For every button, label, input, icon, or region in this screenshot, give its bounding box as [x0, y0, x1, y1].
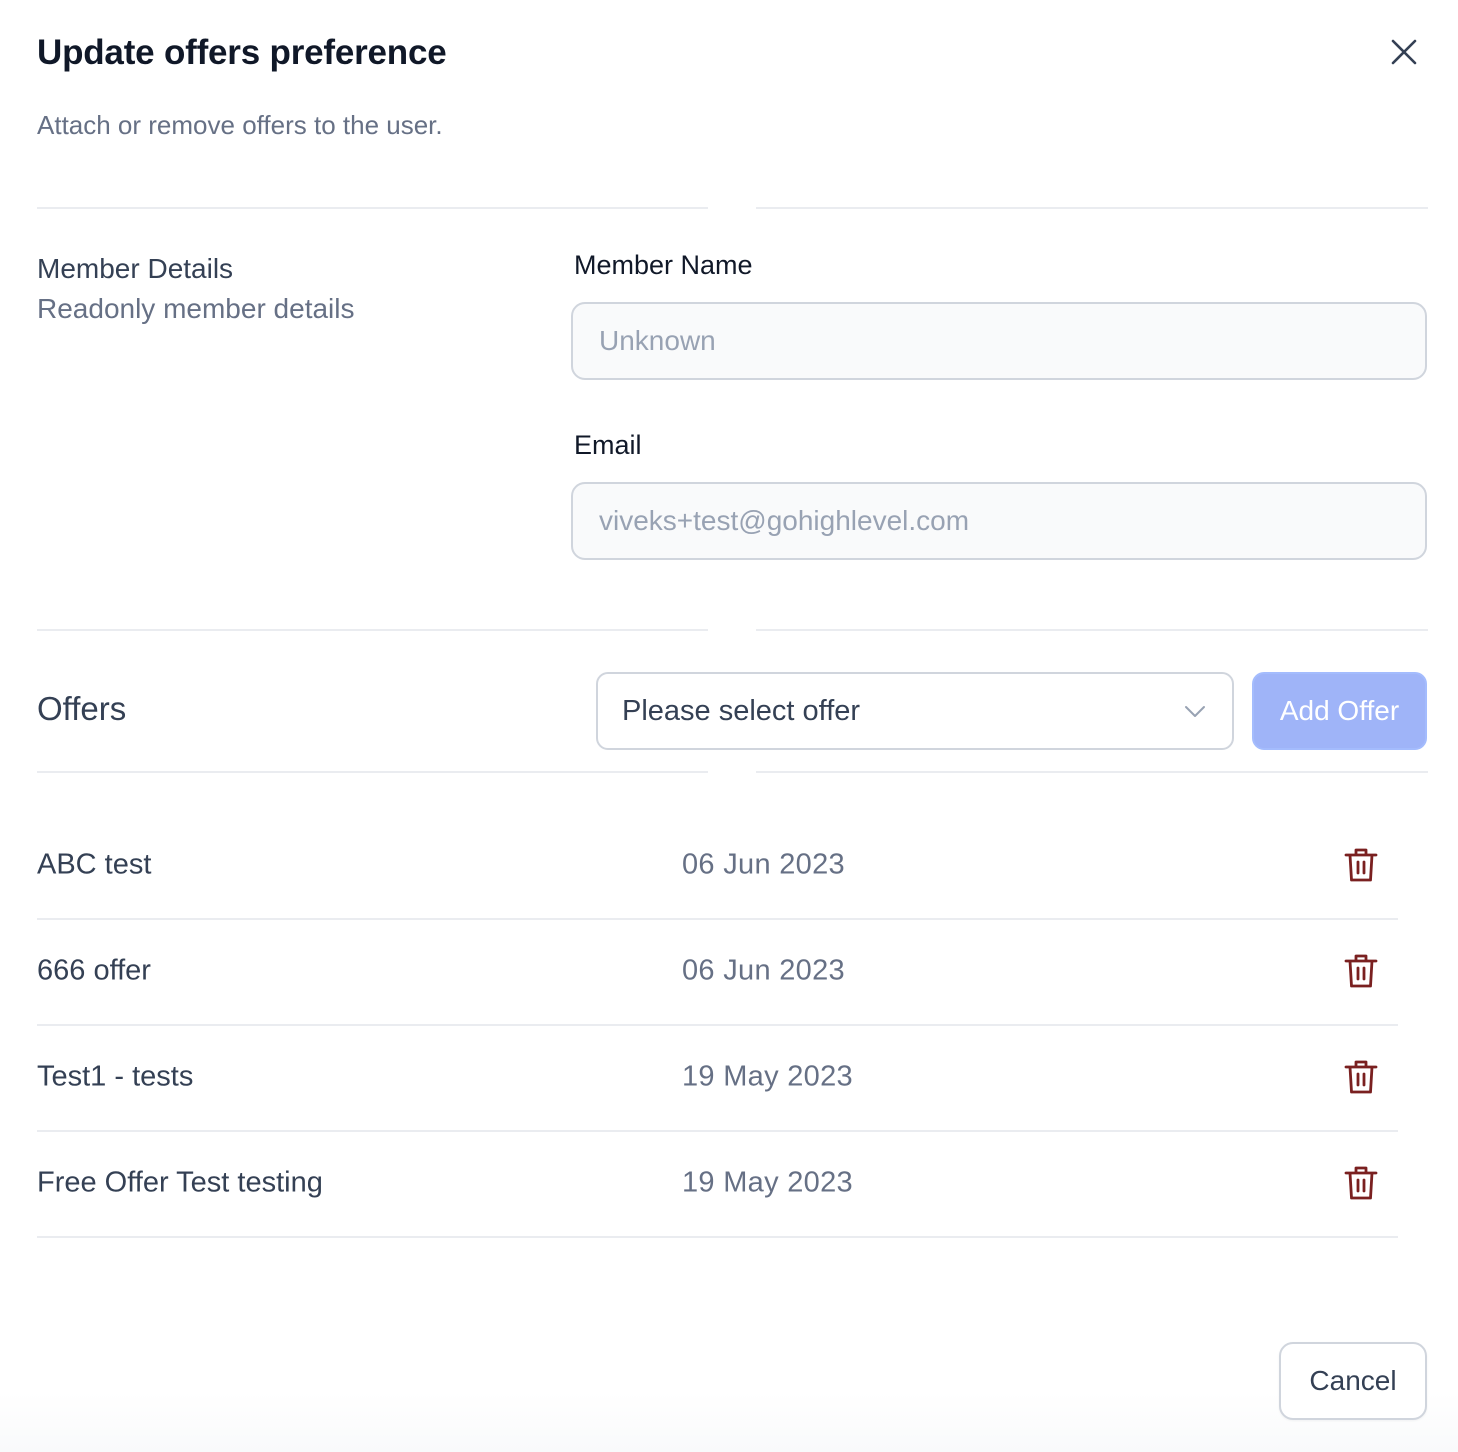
offer-name: ABC test: [37, 848, 152, 881]
delete-offer-button[interactable]: [1342, 845, 1380, 885]
close-icon: [1391, 39, 1417, 65]
add-offer-button[interactable]: Add Offer: [1252, 672, 1427, 750]
close-button[interactable]: [1385, 33, 1423, 71]
divider: [756, 771, 1428, 773]
chevron-down-icon: [1185, 706, 1205, 717]
divider: [37, 629, 708, 631]
member-name-input[interactable]: [571, 302, 1427, 380]
offer-date: 19 May 2023: [682, 1166, 853, 1199]
email-label: Email: [574, 430, 642, 460]
divider: [756, 629, 1428, 631]
offer-name: Free Offer Test testing: [37, 1166, 323, 1199]
trash-icon: [1344, 1060, 1378, 1094]
email-input[interactable]: [571, 482, 1427, 560]
member-name-label: Member Name: [574, 250, 753, 280]
dialog-subtitle: Attach or remove offers to the user.: [37, 110, 443, 140]
offer-select-value: Please select offer: [622, 694, 861, 727]
offer-name: 666 offer: [37, 954, 151, 987]
divider: [37, 771, 708, 773]
offer-date: 06 Jun 2023: [682, 848, 845, 881]
delete-offer-button[interactable]: [1342, 951, 1380, 991]
offer-row: Free Offer Test testing 19 May 2023: [37, 1130, 1398, 1238]
trash-icon: [1344, 954, 1378, 988]
member-details-description: Readonly member details: [37, 293, 355, 324]
offer-select[interactable]: Please select offer: [596, 672, 1234, 750]
offer-row: 666 offer 06 Jun 2023: [37, 918, 1398, 1026]
offer-row: Test1 - tests 19 May 2023: [37, 1024, 1398, 1132]
dialog-title: Update offers preference: [37, 33, 447, 72]
footer-background: [0, 1392, 1458, 1452]
delete-offer-button[interactable]: [1342, 1163, 1380, 1203]
offer-date: 06 Jun 2023: [682, 954, 845, 987]
offer-name: Test1 - tests: [37, 1060, 194, 1093]
update-offers-dialog: Update offers preference Attach or remov…: [0, 0, 1458, 1452]
offers-title: Offers: [37, 690, 127, 727]
member-details-title: Member Details: [37, 253, 234, 284]
offer-date: 19 May 2023: [682, 1060, 853, 1093]
trash-icon: [1344, 848, 1378, 882]
offer-row: ABC test 06 Jun 2023: [37, 812, 1398, 920]
divider: [37, 207, 708, 209]
divider: [756, 207, 1428, 209]
cancel-button[interactable]: Cancel: [1279, 1342, 1427, 1420]
trash-icon: [1344, 1166, 1378, 1200]
delete-offer-button[interactable]: [1342, 1057, 1380, 1097]
